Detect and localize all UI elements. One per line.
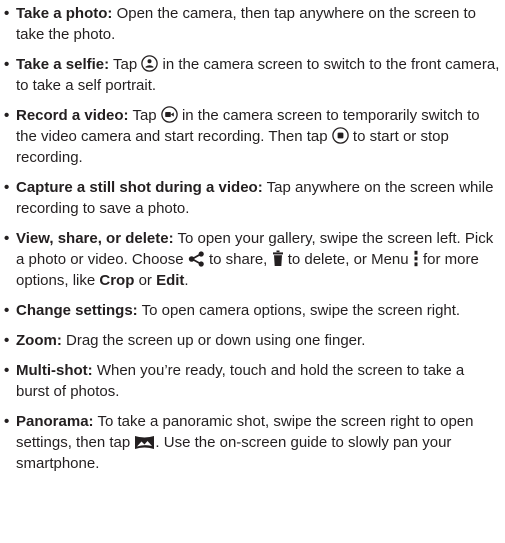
- term-multi-shot: Multi-shot:: [16, 362, 93, 379]
- term-capture-still: Capture a still shot during a video:: [16, 179, 263, 196]
- term-take-selfie: Take a selfie:: [16, 56, 110, 73]
- term-view-share-delete: View, share, or delete:: [16, 230, 174, 247]
- bullet: •: [4, 230, 10, 247]
- bullet: •: [4, 302, 10, 319]
- edit-keyword: Edit: [156, 272, 185, 289]
- share-icon: [188, 251, 205, 267]
- list-item-zoom: • Zoom: Drag the screen up or down using…: [4, 330, 501, 351]
- bullet: •: [4, 179, 10, 196]
- item-text: Panorama: To take a panoramic shot, swip…: [16, 413, 474, 472]
- video-camera-icon: [161, 106, 178, 123]
- term-zoom: Zoom:: [16, 332, 62, 349]
- list-item-change-settings: • Change settings: To open camera option…: [4, 300, 501, 321]
- bullet: •: [4, 5, 10, 22]
- item-text: Capture a still shot during a video: Tap…: [16, 179, 494, 217]
- item-text: Take a photo: Open the camera, then tap …: [16, 3, 501, 45]
- crop-keyword: Crop: [99, 272, 135, 289]
- term-panorama: Panorama:: [16, 413, 94, 430]
- list-item-capture-still: • Capture a still shot during a video: T…: [4, 177, 501, 219]
- term-take-photo: Take a photo:: [16, 5, 113, 22]
- term-record-video: Record a video:: [16, 107, 129, 124]
- camera-tips-page: • Take a photo: Open the camera, then ta…: [0, 0, 505, 543]
- switch-camera-icon: [141, 55, 159, 72]
- list-item-view-share-delete: • View, share, or delete: To open your g…: [4, 228, 501, 291]
- menu-icon: [413, 250, 419, 267]
- list-item-multi-shot: • Multi-shot: When you’re ready, touch a…: [4, 360, 501, 402]
- list-item-panorama: • Panorama: To take a panoramic shot, sw…: [4, 411, 501, 474]
- trash-icon: [272, 250, 284, 267]
- term-change-settings: Change settings:: [16, 302, 138, 319]
- bullet: •: [4, 332, 10, 349]
- stop-icon: [332, 127, 349, 144]
- panorama-icon: [134, 435, 155, 450]
- item-text: Multi-shot: When you’re ready, touch and…: [16, 362, 465, 400]
- bullet: •: [4, 413, 10, 430]
- bullet: •: [4, 56, 10, 73]
- item-text: Take a selfie: Tap in the camera screen …: [16, 55, 500, 94]
- list-item-record-video: • Record a video: Tap in the camera scre…: [4, 105, 501, 168]
- bullet: •: [4, 362, 10, 379]
- item-text: Change settings: To open camera options,…: [16, 302, 461, 319]
- bullet: •: [4, 107, 10, 124]
- item-text: Zoom: Drag the screen up or down using o…: [16, 332, 366, 349]
- item-text: View, share, or delete: To open your gal…: [16, 230, 494, 289]
- list-item-take-selfie: • Take a selfie: Tap in the camera scree…: [4, 54, 501, 96]
- item-text: Record a video: Tap in the camera screen…: [16, 106, 480, 166]
- list-item-take-photo: • Take a photo: Open the camera, then ta…: [4, 3, 501, 45]
